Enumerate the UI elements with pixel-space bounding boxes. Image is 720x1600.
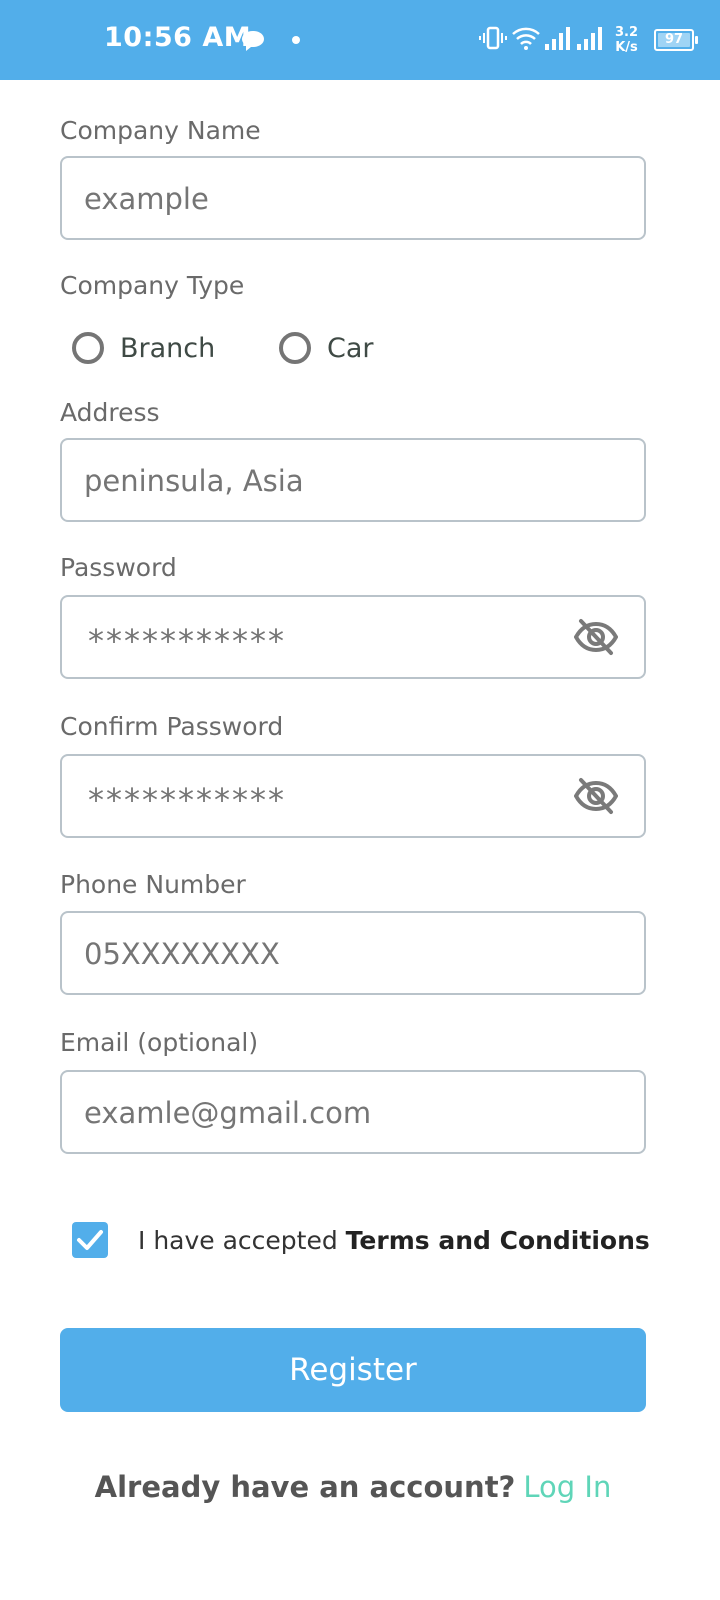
vibrate-icon <box>478 25 507 55</box>
radio-circle-icon <box>279 332 311 364</box>
radio-branch-label: Branch <box>120 332 216 364</box>
network-speed-value: 3.2 <box>614 25 638 40</box>
terms-text: I have accepted Terms and Conditions <box>138 1226 650 1255</box>
email-field[interactable]: examle@gmail.com <box>60 1070 646 1154</box>
email-label: Email (optional) <box>60 1028 259 1057</box>
address-label: Address <box>60 398 160 427</box>
network-speed: 3.2 K/s <box>615 25 638 55</box>
address-value: peninsula, Asia <box>84 464 304 498</box>
confirm-password-label: Confirm Password <box>60 712 284 741</box>
chat-bubble-icon <box>240 30 266 56</box>
login-row: Already have an account? Log In <box>0 1470 706 1504</box>
email-value: examle@gmail.com <box>84 1096 372 1130</box>
password-value: *********** <box>88 622 286 660</box>
login-question: Already have an account? <box>94 1470 516 1504</box>
phone-number-label: Phone Number <box>60 870 246 899</box>
network-speed-unit: K/s <box>615 40 638 55</box>
register-button[interactable]: Register <box>60 1328 646 1412</box>
eye-off-icon[interactable] <box>573 776 619 820</box>
company-type-label: Company Type <box>60 271 245 300</box>
phone-number-field[interactable]: 05XXXXXXXX <box>60 911 646 995</box>
company-name-field[interactable]: example <box>60 156 646 240</box>
radio-car-label: Car <box>327 332 374 364</box>
signal-strength-2-icon <box>576 26 605 54</box>
battery-level: 97 <box>664 32 684 47</box>
phone-number-value: 05XXXXXXXX <box>84 937 280 971</box>
password-label: Password <box>60 553 177 582</box>
signal-strength-icon <box>544 26 573 54</box>
password-field[interactable]: *********** <box>60 595 646 679</box>
confirm-password-field[interactable]: *********** <box>60 754 646 838</box>
radio-branch[interactable]: Branch <box>72 332 215 364</box>
terms-row: I have accepted Terms and Conditions <box>72 1222 650 1258</box>
radio-circle-icon <box>72 332 104 364</box>
checkmark-icon <box>77 1230 103 1250</box>
confirm-password-value: *********** <box>88 781 286 819</box>
eye-off-icon[interactable] <box>573 617 619 661</box>
terms-checkbox[interactable] <box>72 1222 108 1258</box>
login-link[interactable]: Log In <box>523 1470 611 1504</box>
terms-link[interactable]: Terms and Conditions <box>346 1226 650 1255</box>
notification-dot-icon <box>292 36 300 44</box>
battery-icon: 97 <box>654 29 698 51</box>
status-time: 10:56 AM <box>104 22 252 53</box>
terms-prefix: I have accepted <box>138 1225 346 1255</box>
company-name-label: Company Name <box>60 116 261 145</box>
status-bar: 10:56 AM 3.2 K/s 97 <box>0 0 720 80</box>
company-name-value: example <box>84 182 209 216</box>
address-field[interactable]: peninsula, Asia <box>60 438 646 522</box>
radio-car[interactable]: Car <box>279 332 374 364</box>
wifi-icon <box>511 26 541 54</box>
